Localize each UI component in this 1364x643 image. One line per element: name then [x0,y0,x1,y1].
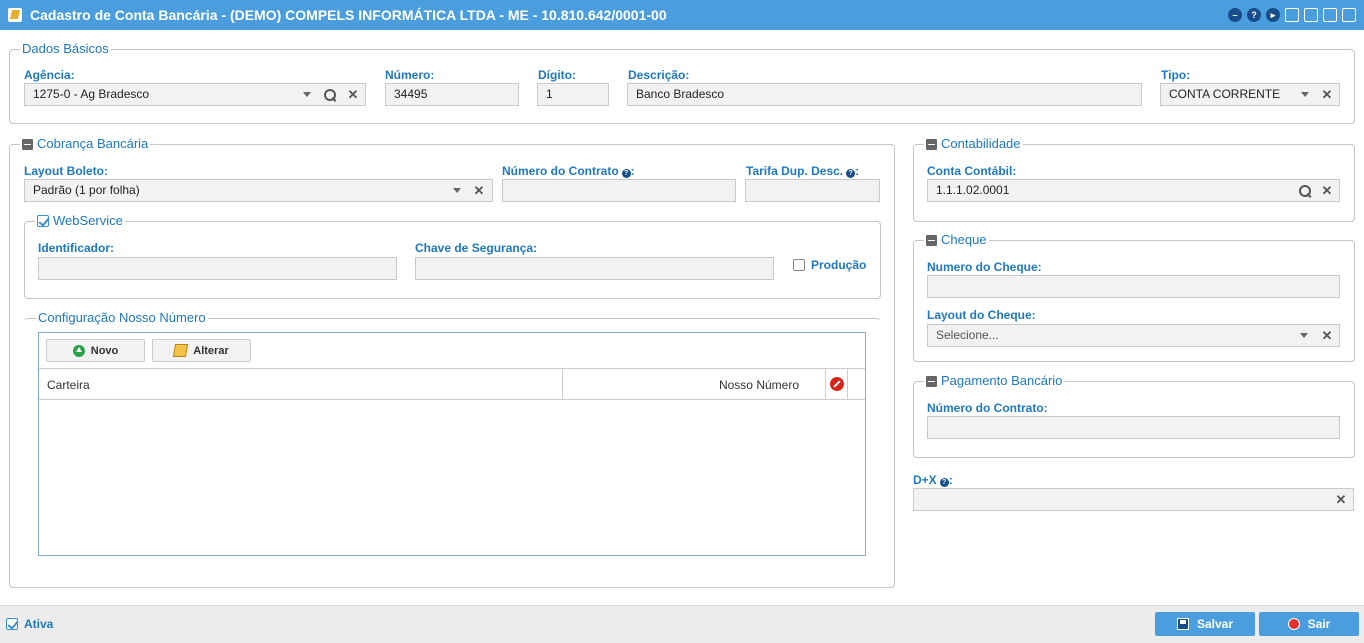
cheque-legend-wrap: Cheque [924,233,989,247]
collapse-icon[interactable] [1323,8,1337,22]
tipo-select[interactable]: CONTA CORRENTE ✕ [1160,83,1340,106]
agencia-label: Agência: [24,68,75,82]
title-bar: Cadastro de Conta Bancária - (DEMO) COMP… [0,0,1364,30]
dx-field[interactable]: ✕ [913,488,1354,511]
edit-icon [173,344,189,357]
help-icon[interactable]: ? [621,169,631,178]
salvar-button[interactable]: Salvar [1155,612,1255,636]
nosso-numero-legend: Configuração Nosso Número [38,310,206,325]
save-icon [1176,618,1189,630]
col-nosso-numero[interactable]: Nosso Número [719,378,799,392]
descricao-label: Descrição: [628,68,690,82]
layout-cheque-select[interactable]: Selecione... ✕ [927,324,1340,347]
ativa-label: Ativa [24,617,54,631]
numero-cheque-field[interactable] [927,275,1340,298]
exit-icon [1287,618,1300,630]
sair-button[interactable]: Sair [1259,612,1359,636]
search-icon[interactable] [323,84,337,105]
webservice-legend: WebService [53,213,123,228]
producao-checkbox[interactable] [793,259,805,271]
layout-cheque-label: Layout do Cheque: [927,308,1036,322]
pagamento-legend: Pagamento Bancário [941,373,1063,388]
collapse-icon[interactable] [22,138,33,150]
clear-icon[interactable]: ✕ [1321,180,1333,201]
clear-icon[interactable]: ✕ [1321,325,1333,346]
chevron-down-icon[interactable] [1299,84,1311,105]
col-separator [825,369,826,400]
minimize-icon[interactable]: – [1228,8,1242,22]
chevron-down-icon[interactable] [1298,325,1310,346]
ativa-toggle[interactable]: Ativa [6,617,53,631]
main-content: Dados Básicos Agência: 1275-0 - Ag Brade… [0,30,1364,605]
close-icon[interactable] [1342,8,1356,22]
cobranca-legend-wrap: Cobrança Bancária [20,137,150,151]
layout-boleto-select[interactable]: Padrão (1 por folha) ✕ [24,179,493,202]
help-icon[interactable]: ? [846,169,856,178]
add-icon [72,344,85,357]
numero-contrato-field[interactable] [502,179,736,202]
webservice-checkbox[interactable] [37,215,49,227]
delete-icon[interactable] [830,377,844,391]
col-separator [562,369,563,400]
grid-header: Carteira Nosso Número [39,368,865,400]
play-icon[interactable]: ▸ [1266,8,1280,22]
identificador-label: Identificador: [38,241,115,255]
search-icon[interactable] [1298,180,1312,201]
pagamento-contrato-field[interactable] [927,416,1340,439]
tarifa-label: Tarifa Dup. Desc.?: [746,164,860,178]
digito-label: Dígito: [538,68,576,82]
numero-contrato-label: Número do Contrato?: [502,164,635,178]
collapse-icon[interactable] [926,234,937,246]
help-icon[interactable]: ? [1247,8,1261,22]
chave-field[interactable] [415,257,774,280]
clear-icon[interactable]: ✕ [347,84,359,105]
numero-field[interactable]: 34495 [385,83,519,106]
col-carteira[interactable]: Carteira [47,378,90,392]
contabilidade-legend-wrap: Contabilidade [924,137,1023,151]
calendar-icon[interactable] [1304,8,1318,22]
pagamento-legend-wrap: Pagamento Bancário [924,374,1064,388]
person-icon[interactable] [1285,8,1299,22]
pagamento-contrato-label: Número do Contrato: [927,401,1048,415]
novo-button[interactable]: Novo [46,339,145,362]
clear-icon[interactable]: ✕ [473,180,485,201]
window-controls: – ? ▸ [1228,8,1356,22]
cheque-legend: Cheque [941,232,987,247]
producao-label: Produção [811,258,867,272]
identificador-field[interactable] [38,257,397,280]
conta-contabil-select[interactable]: 1.1.1.02.0001 ✕ [927,179,1340,202]
layout-boleto-label: Layout Boleto: [24,164,108,178]
chave-label: Chave de Segurança: [415,241,538,255]
help-icon[interactable]: ? [939,478,949,487]
clear-icon[interactable]: ✕ [1335,489,1347,510]
nosso-numero-grid: Novo Alterar Carteira Nosso Número [38,332,866,556]
ativa-checkbox[interactable] [6,618,18,630]
webservice-legend-wrap: WebService [35,214,125,228]
descricao-field[interactable]: Banco Bradesco [627,83,1142,106]
alterar-button[interactable]: Alterar [152,339,251,362]
dados-basicos-legend: Dados Básicos [22,41,109,56]
footer-bar: Ativa Salvar Sair [0,605,1364,643]
numero-label: Número: [385,68,435,82]
collapse-icon[interactable] [926,375,937,387]
agencia-select[interactable]: 1275-0 - Ag Bradesco ✕ [24,83,366,106]
edit-icon [8,8,22,22]
chevron-down-icon[interactable] [451,180,463,201]
conta-contabil-label: Conta Contábil: [927,164,1017,178]
col-separator [847,369,848,400]
cobranca-legend: Cobrança Bancária [37,136,149,151]
tarifa-field[interactable] [745,179,880,202]
window-title: Cadastro de Conta Bancária - (DEMO) COMP… [30,7,667,23]
numero-cheque-label: Numero do Cheque: [927,260,1042,274]
tipo-label: Tipo: [1161,68,1191,82]
clear-icon[interactable]: ✕ [1321,84,1333,105]
digito-field[interactable]: 1 [537,83,609,106]
producao-toggle[interactable]: Produção [793,258,866,272]
dx-label: D+X?: [913,473,953,487]
collapse-icon[interactable] [926,138,937,150]
chevron-down-icon[interactable] [301,84,313,105]
contabilidade-legend: Contabilidade [941,136,1021,151]
